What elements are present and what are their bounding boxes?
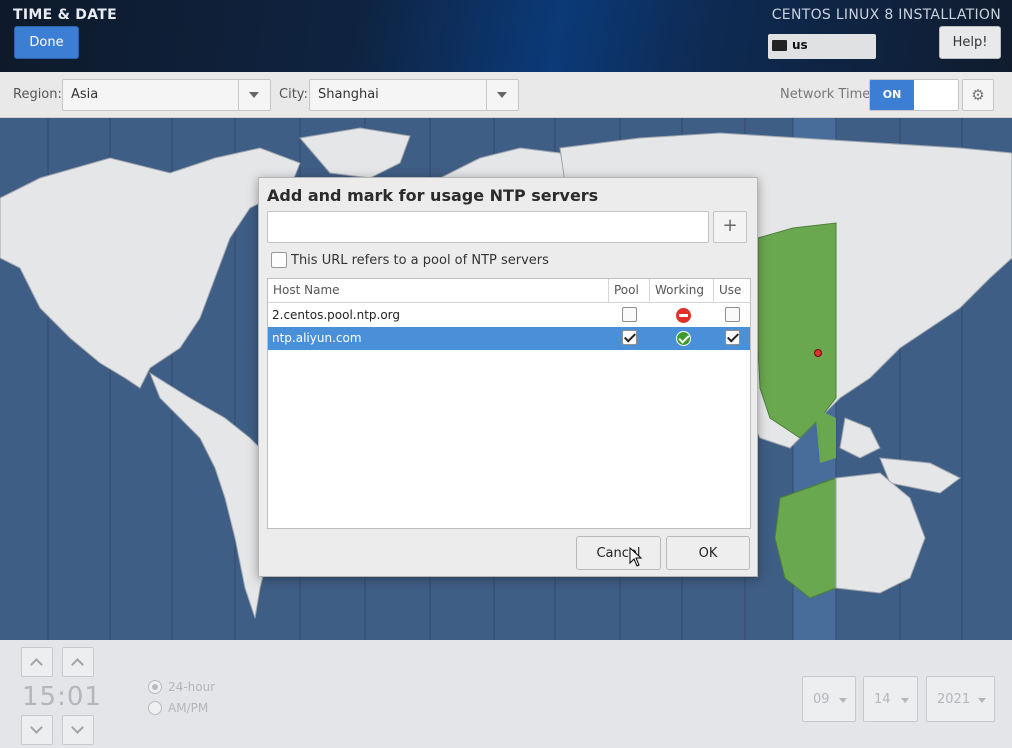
column-header-use[interactable]: Use [714, 279, 750, 303]
chevron-down-icon [978, 698, 986, 703]
keyboard-icon [772, 40, 787, 51]
pool-checkbox[interactable] [622, 330, 637, 345]
chevron-down-icon [249, 92, 259, 98]
format-ampm-radio[interactable] [148, 701, 162, 715]
header-bar: TIME & DATE Done CENTOS LINUX 8 INSTALLA… [0, 0, 1012, 72]
city-label: City: [279, 87, 308, 102]
network-time-label: Network Time [780, 87, 871, 102]
hour-down-button[interactable] [21, 715, 53, 745]
page-title: TIME & DATE [13, 7, 117, 23]
use-checkbox[interactable] [725, 330, 740, 345]
chevron-up-icon [30, 658, 43, 671]
day-value: 14 [874, 692, 891, 707]
time-date-panel: 15:01 24-hour AM/PM 09 14 2021 [0, 640, 1012, 748]
dialog-title: Add and mark for usage NTP servers [267, 186, 599, 205]
chevron-down-icon [839, 698, 847, 703]
format-24h-radio[interactable] [148, 680, 162, 694]
chevron-down-icon [497, 92, 507, 98]
plus-icon: + [722, 215, 738, 236]
year-value: 2021 [937, 692, 971, 707]
ntp-servers-table: Host Name Pool Working Use 2.centos.pool… [267, 278, 751, 529]
region-label: Region: [13, 87, 62, 102]
not-working-icon [676, 308, 691, 323]
pool-url-label: This URL refers to a pool of NTP servers [291, 253, 549, 268]
chevron-down-icon [30, 721, 43, 734]
use-checkbox[interactable] [725, 307, 740, 322]
month-combo[interactable]: 09 [802, 676, 856, 722]
year-combo[interactable]: 2021 [926, 676, 995, 722]
column-header-working[interactable]: Working [650, 279, 714, 303]
add-server-button[interactable]: + [713, 211, 747, 243]
ntp-server-input[interactable] [267, 211, 709, 243]
keyboard-layout-label: us [792, 38, 808, 52]
mouse-cursor-icon [629, 547, 643, 567]
city-combo[interactable]: Shanghai [309, 79, 519, 111]
day-combo[interactable]: 14 [863, 676, 918, 722]
keyboard-layout-indicator[interactable]: us [768, 34, 876, 59]
table-row[interactable]: 2.centos.pool.ntp.org [268, 304, 750, 327]
format-24h-label: 24-hour [168, 680, 216, 694]
cancel-button[interactable]: Cancel [576, 536, 661, 570]
network-time-state: ON [870, 80, 914, 110]
help-button[interactable]: Help! [939, 26, 1001, 59]
chevron-down-icon [901, 698, 909, 703]
gear-icon: ⚙ [971, 86, 985, 104]
city-dropdown-arrow[interactable] [486, 80, 518, 110]
month-value: 09 [813, 692, 830, 707]
region-value: Asia [71, 87, 99, 102]
table-row[interactable]: ntp.aliyun.com [268, 327, 750, 350]
pool-url-checkbox[interactable] [271, 252, 287, 268]
format-ampm-label: AM/PM [168, 701, 209, 715]
time-display: 15:01 [22, 682, 102, 712]
chevron-up-icon [71, 658, 84, 671]
region-bar: Region: Asia City: Shanghai Network Time… [0, 72, 1012, 118]
done-button[interactable]: Done [14, 26, 79, 59]
host-name-cell: 2.centos.pool.ntp.org [272, 308, 401, 322]
minute-up-button[interactable] [62, 647, 94, 677]
region-combo[interactable]: Asia [62, 79, 271, 111]
ntp-settings-button[interactable]: ⚙ [962, 79, 994, 111]
hour-up-button[interactable] [21, 647, 53, 677]
ntp-servers-dialog: Add and mark for usage NTP servers + Thi… [258, 177, 758, 577]
pool-checkbox[interactable] [622, 307, 637, 322]
host-name-cell: ntp.aliyun.com [272, 331, 362, 345]
network-time-switch[interactable]: ON [869, 79, 959, 111]
city-value: Shanghai [318, 87, 379, 102]
column-header-pool[interactable]: Pool [609, 279, 650, 303]
chevron-down-icon [71, 721, 84, 734]
column-header-host[interactable]: Host Name [268, 279, 609, 303]
table-header: Host Name Pool Working Use [268, 279, 750, 303]
ok-button[interactable]: OK [666, 536, 750, 570]
installation-title: CENTOS LINUX 8 INSTALLATION [771, 7, 1001, 23]
minute-down-button[interactable] [62, 715, 94, 745]
working-icon [676, 331, 691, 346]
region-dropdown-arrow[interactable] [238, 80, 270, 110]
